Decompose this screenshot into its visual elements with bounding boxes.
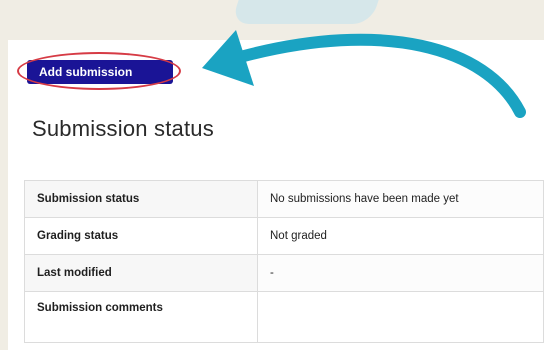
table-row: Submission status No submissions have be…	[24, 180, 544, 218]
row-value: Not graded	[257, 217, 544, 255]
decorative-teal-shape	[230, 0, 386, 24]
add-submission-button[interactable]: Add submission	[27, 60, 173, 84]
section-title: Submission status	[32, 116, 214, 141]
row-label: Submission status	[24, 180, 258, 218]
table-row: Grading status Not graded	[24, 217, 544, 255]
table-row: Submission comments	[24, 291, 544, 343]
row-value: -	[257, 254, 544, 292]
row-label: Last modified	[24, 254, 258, 292]
table-row: Last modified -	[24, 254, 544, 292]
row-label: Grading status	[24, 217, 258, 255]
row-value	[257, 291, 544, 343]
row-value: No submissions have been made yet	[257, 180, 544, 218]
row-label: Submission comments	[24, 291, 258, 343]
submission-status-table: Submission status No submissions have be…	[24, 180, 544, 343]
